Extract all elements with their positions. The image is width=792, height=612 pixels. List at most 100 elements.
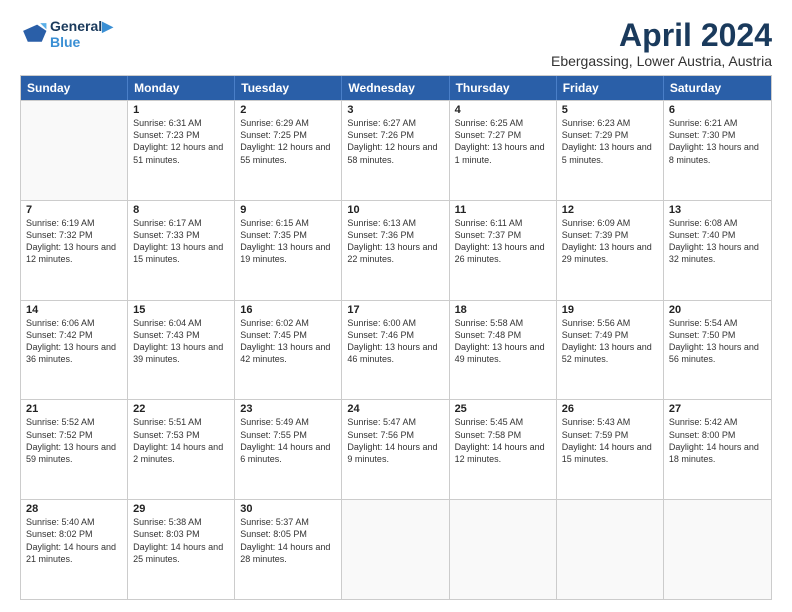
- header-day-wednesday: Wednesday: [342, 76, 449, 100]
- day-number: 19: [562, 304, 658, 316]
- day-info: Sunrise: 5:58 AMSunset: 7:48 PMDaylight:…: [455, 317, 551, 366]
- day-info: Sunrise: 6:27 AMSunset: 7:26 PMDaylight:…: [347, 117, 443, 166]
- calendar: SundayMondayTuesdayWednesdayThursdayFrid…: [20, 75, 772, 600]
- empty-cell: [664, 500, 771, 599]
- week-row-5: 28Sunrise: 5:40 AMSunset: 8:02 PMDayligh…: [21, 499, 771, 599]
- week-row-1: 1Sunrise: 6:31 AMSunset: 7:23 PMDaylight…: [21, 100, 771, 200]
- day-number: 30: [240, 503, 336, 515]
- day-cell-4: 4Sunrise: 6:25 AMSunset: 7:27 PMDaylight…: [450, 101, 557, 200]
- day-cell-16: 16Sunrise: 6:02 AMSunset: 7:45 PMDayligh…: [235, 301, 342, 400]
- day-cell-28: 28Sunrise: 5:40 AMSunset: 8:02 PMDayligh…: [21, 500, 128, 599]
- day-info: Sunrise: 5:40 AMSunset: 8:02 PMDaylight:…: [26, 516, 122, 565]
- day-number: 28: [26, 503, 122, 515]
- day-number: 24: [347, 403, 443, 415]
- day-cell-5: 5Sunrise: 6:23 AMSunset: 7:29 PMDaylight…: [557, 101, 664, 200]
- day-number: 3: [347, 104, 443, 116]
- day-cell-1: 1Sunrise: 6:31 AMSunset: 7:23 PMDaylight…: [128, 101, 235, 200]
- week-row-2: 7Sunrise: 6:19 AMSunset: 7:32 PMDaylight…: [21, 200, 771, 300]
- day-number: 17: [347, 304, 443, 316]
- day-info: Sunrise: 6:08 AMSunset: 7:40 PMDaylight:…: [669, 217, 766, 266]
- day-number: 29: [133, 503, 229, 515]
- day-number: 14: [26, 304, 122, 316]
- empty-cell: [450, 500, 557, 599]
- day-number: 27: [669, 403, 766, 415]
- day-number: 15: [133, 304, 229, 316]
- title-block: April 2024 Ebergassing, Lower Austria, A…: [551, 18, 772, 69]
- day-number: 21: [26, 403, 122, 415]
- day-info: Sunrise: 5:42 AMSunset: 8:00 PMDaylight:…: [669, 416, 766, 465]
- day-cell-29: 29Sunrise: 5:38 AMSunset: 8:03 PMDayligh…: [128, 500, 235, 599]
- day-number: 26: [562, 403, 658, 415]
- day-info: Sunrise: 5:37 AMSunset: 8:05 PMDaylight:…: [240, 516, 336, 565]
- day-cell-19: 19Sunrise: 5:56 AMSunset: 7:49 PMDayligh…: [557, 301, 664, 400]
- day-info: Sunrise: 6:31 AMSunset: 7:23 PMDaylight:…: [133, 117, 229, 166]
- day-number: 10: [347, 204, 443, 216]
- day-number: 4: [455, 104, 551, 116]
- day-cell-8: 8Sunrise: 6:17 AMSunset: 7:33 PMDaylight…: [128, 201, 235, 300]
- day-info: Sunrise: 6:23 AMSunset: 7:29 PMDaylight:…: [562, 117, 658, 166]
- day-number: 16: [240, 304, 336, 316]
- day-info: Sunrise: 6:25 AMSunset: 7:27 PMDaylight:…: [455, 117, 551, 166]
- day-info: Sunrise: 5:54 AMSunset: 7:50 PMDaylight:…: [669, 317, 766, 366]
- day-cell-13: 13Sunrise: 6:08 AMSunset: 7:40 PMDayligh…: [664, 201, 771, 300]
- day-info: Sunrise: 6:04 AMSunset: 7:43 PMDaylight:…: [133, 317, 229, 366]
- day-cell-3: 3Sunrise: 6:27 AMSunset: 7:26 PMDaylight…: [342, 101, 449, 200]
- day-info: Sunrise: 5:51 AMSunset: 7:53 PMDaylight:…: [133, 416, 229, 465]
- day-info: Sunrise: 6:21 AMSunset: 7:30 PMDaylight:…: [669, 117, 766, 166]
- header-day-friday: Friday: [557, 76, 664, 100]
- day-number: 22: [133, 403, 229, 415]
- day-number: 25: [455, 403, 551, 415]
- day-info: Sunrise: 6:17 AMSunset: 7:33 PMDaylight:…: [133, 217, 229, 266]
- day-cell-30: 30Sunrise: 5:37 AMSunset: 8:05 PMDayligh…: [235, 500, 342, 599]
- header-day-saturday: Saturday: [664, 76, 771, 100]
- day-cell-20: 20Sunrise: 5:54 AMSunset: 7:50 PMDayligh…: [664, 301, 771, 400]
- week-row-3: 14Sunrise: 6:06 AMSunset: 7:42 PMDayligh…: [21, 300, 771, 400]
- day-info: Sunrise: 5:49 AMSunset: 7:55 PMDaylight:…: [240, 416, 336, 465]
- subtitle: Ebergassing, Lower Austria, Austria: [551, 53, 772, 69]
- empty-cell: [342, 500, 449, 599]
- main-title: April 2024: [551, 18, 772, 53]
- day-number: 13: [669, 204, 766, 216]
- day-cell-15: 15Sunrise: 6:04 AMSunset: 7:43 PMDayligh…: [128, 301, 235, 400]
- day-number: 8: [133, 204, 229, 216]
- day-info: Sunrise: 6:06 AMSunset: 7:42 PMDaylight:…: [26, 317, 122, 366]
- day-info: Sunrise: 5:56 AMSunset: 7:49 PMDaylight:…: [562, 317, 658, 366]
- day-cell-18: 18Sunrise: 5:58 AMSunset: 7:48 PMDayligh…: [450, 301, 557, 400]
- day-cell-11: 11Sunrise: 6:11 AMSunset: 7:37 PMDayligh…: [450, 201, 557, 300]
- day-number: 12: [562, 204, 658, 216]
- day-cell-25: 25Sunrise: 5:45 AMSunset: 7:58 PMDayligh…: [450, 400, 557, 499]
- day-info: Sunrise: 6:29 AMSunset: 7:25 PMDaylight:…: [240, 117, 336, 166]
- day-cell-9: 9Sunrise: 6:15 AMSunset: 7:35 PMDaylight…: [235, 201, 342, 300]
- day-number: 11: [455, 204, 551, 216]
- empty-cell: [557, 500, 664, 599]
- day-cell-24: 24Sunrise: 5:47 AMSunset: 7:56 PMDayligh…: [342, 400, 449, 499]
- week-row-4: 21Sunrise: 5:52 AMSunset: 7:52 PMDayligh…: [21, 399, 771, 499]
- day-cell-21: 21Sunrise: 5:52 AMSunset: 7:52 PMDayligh…: [21, 400, 128, 499]
- day-number: 18: [455, 304, 551, 316]
- day-cell-14: 14Sunrise: 6:06 AMSunset: 7:42 PMDayligh…: [21, 301, 128, 400]
- day-cell-6: 6Sunrise: 6:21 AMSunset: 7:30 PMDaylight…: [664, 101, 771, 200]
- day-cell-17: 17Sunrise: 6:00 AMSunset: 7:46 PMDayligh…: [342, 301, 449, 400]
- day-number: 6: [669, 104, 766, 116]
- header-day-sunday: Sunday: [21, 76, 128, 100]
- day-number: 2: [240, 104, 336, 116]
- day-info: Sunrise: 6:13 AMSunset: 7:36 PMDaylight:…: [347, 217, 443, 266]
- logo-text: General▶ Blue: [50, 18, 113, 50]
- day-number: 9: [240, 204, 336, 216]
- day-info: Sunrise: 5:47 AMSunset: 7:56 PMDaylight:…: [347, 416, 443, 465]
- day-number: 5: [562, 104, 658, 116]
- logo-icon: [20, 20, 48, 48]
- day-cell-2: 2Sunrise: 6:29 AMSunset: 7:25 PMDaylight…: [235, 101, 342, 200]
- day-info: Sunrise: 5:52 AMSunset: 7:52 PMDaylight:…: [26, 416, 122, 465]
- logo: General▶ Blue: [20, 18, 113, 50]
- day-cell-27: 27Sunrise: 5:42 AMSunset: 8:00 PMDayligh…: [664, 400, 771, 499]
- day-cell-23: 23Sunrise: 5:49 AMSunset: 7:55 PMDayligh…: [235, 400, 342, 499]
- day-number: 7: [26, 204, 122, 216]
- day-info: Sunrise: 5:38 AMSunset: 8:03 PMDaylight:…: [133, 516, 229, 565]
- day-number: 20: [669, 304, 766, 316]
- header-day-thursday: Thursday: [450, 76, 557, 100]
- day-info: Sunrise: 5:43 AMSunset: 7:59 PMDaylight:…: [562, 416, 658, 465]
- header: General▶ Blue April 2024 Ebergassing, Lo…: [20, 18, 772, 69]
- calendar-header-row: SundayMondayTuesdayWednesdayThursdayFrid…: [21, 76, 771, 100]
- day-cell-12: 12Sunrise: 6:09 AMSunset: 7:39 PMDayligh…: [557, 201, 664, 300]
